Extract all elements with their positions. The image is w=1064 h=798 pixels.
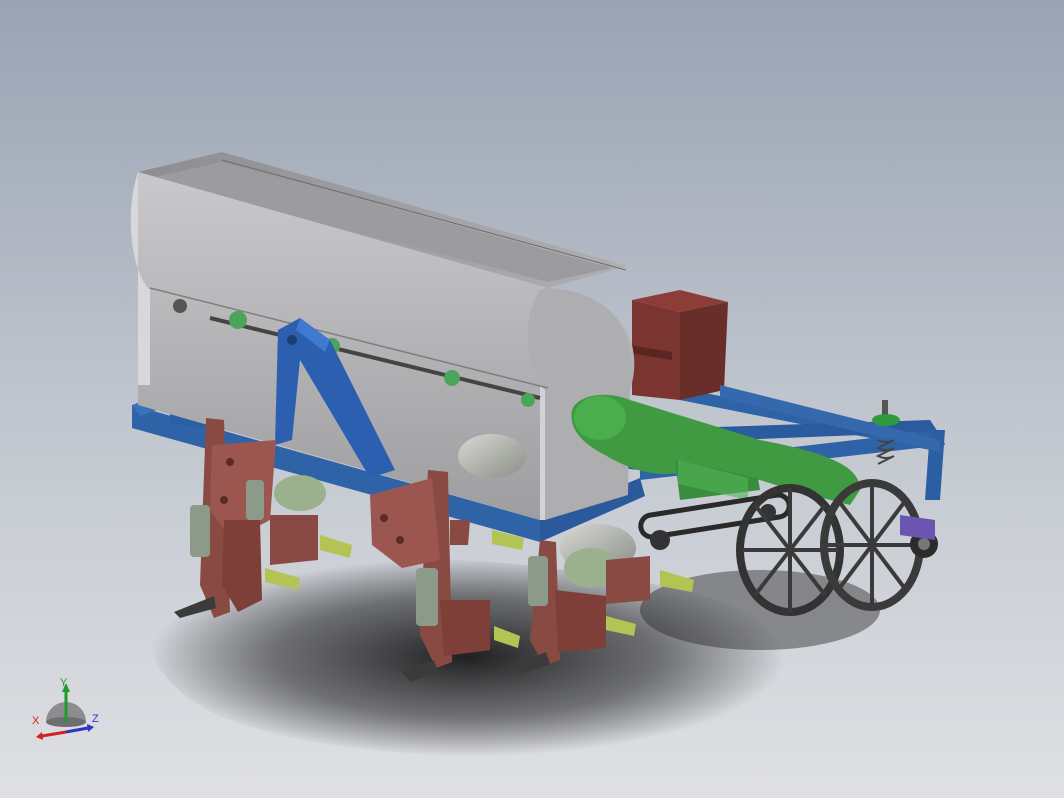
z-axis-arrow [65, 726, 89, 734]
x-axis-label: X [32, 715, 40, 727]
y-axis-label: Y [60, 677, 68, 689]
seed-box [628, 290, 728, 400]
planter-3d-model[interactable] [0, 0, 1064, 798]
triad-icon: X Y Z [24, 676, 108, 746]
z-axis-label: Z [92, 713, 99, 725]
graphics-viewport[interactable]: X Y Z [0, 0, 1064, 798]
triad-graphic: X Y Z [32, 677, 99, 740]
x-axis-arrow [41, 730, 67, 738]
